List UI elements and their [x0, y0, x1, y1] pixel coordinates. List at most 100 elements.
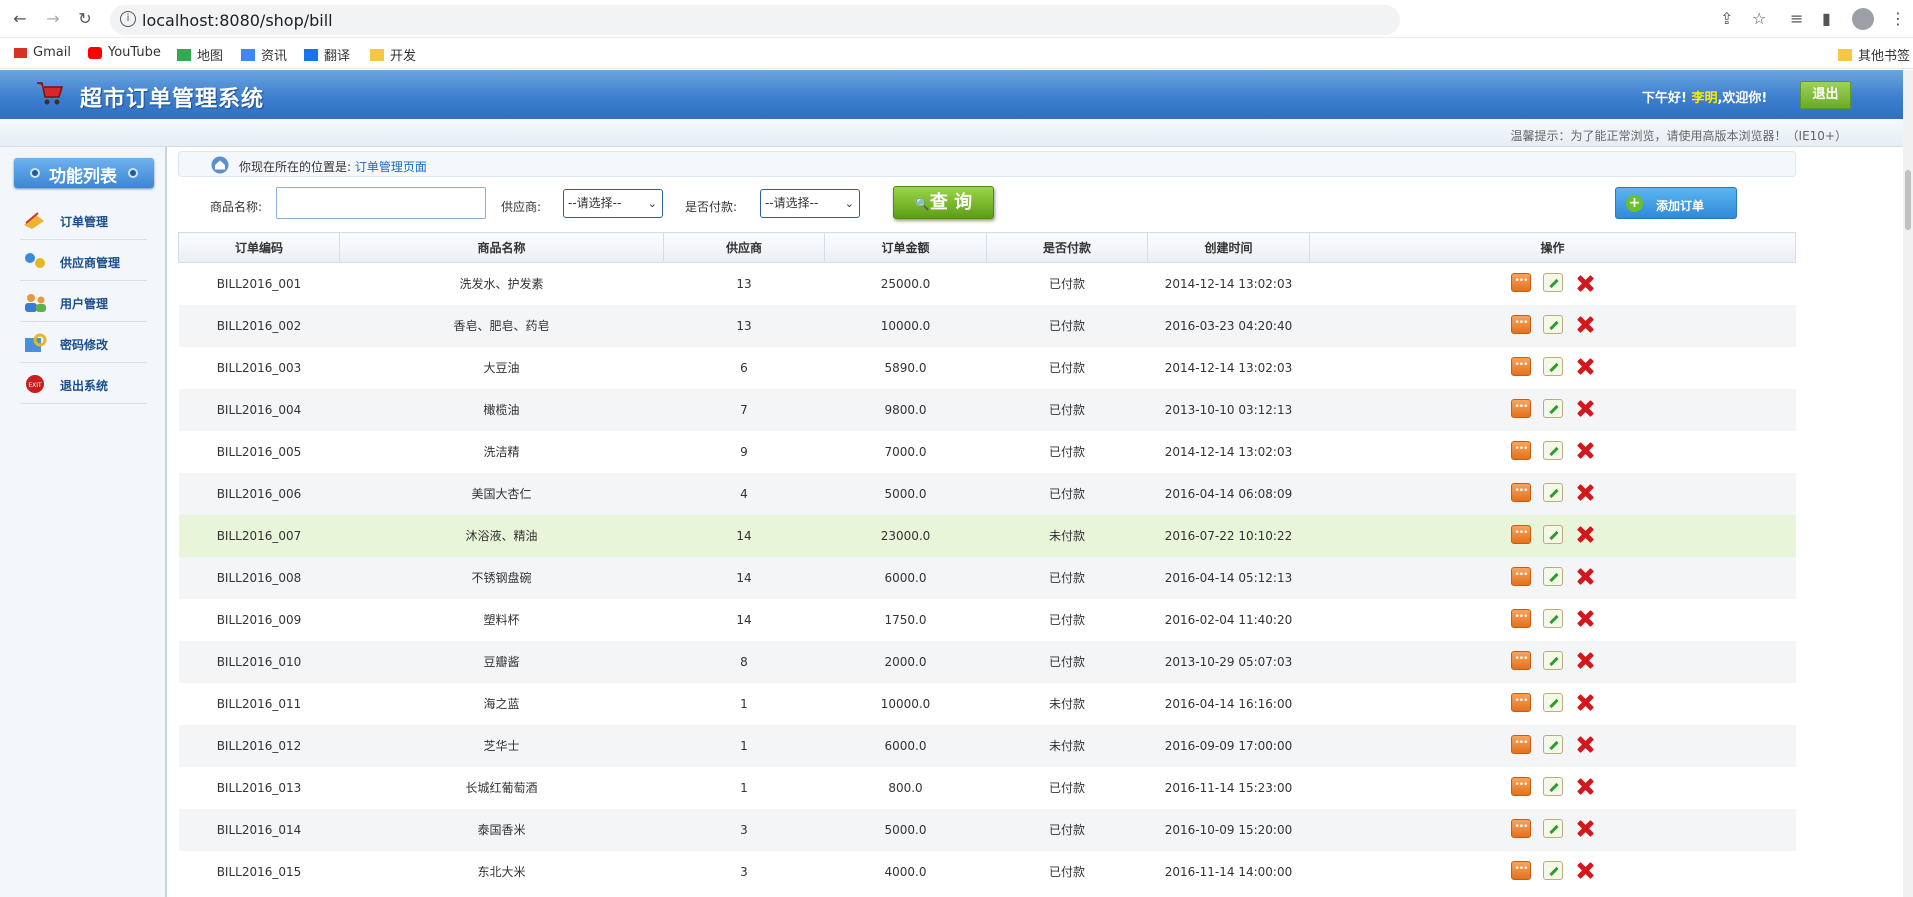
share-icon[interactable]: ⇪	[1720, 9, 1733, 28]
product-name-cell: 泰国香米	[339, 808, 664, 851]
scrollbar-thumb[interactable]	[1905, 170, 1911, 230]
shopping-cart-icon	[37, 82, 64, 105]
view-icon[interactable]	[1510, 482, 1531, 502]
payment-status-cell: 未付款	[986, 514, 1148, 557]
edit-icon[interactable]	[1542, 482, 1563, 502]
provider-select[interactable]: --请选择-- ⌄	[563, 189, 663, 218]
edit-icon[interactable]	[1542, 860, 1563, 880]
product-name-cell: 香皂、肥皂、药皂	[339, 304, 664, 347]
edit-icon[interactable]	[1542, 566, 1563, 586]
profile-avatar[interactable]	[1852, 8, 1874, 30]
bookmark-star-icon[interactable]: ☆	[1752, 9, 1766, 28]
edit-icon[interactable]	[1542, 273, 1563, 292]
delete-icon[interactable]	[1575, 776, 1595, 796]
provider-cell: 14	[663, 514, 825, 557]
sidebar-item-orders[interactable]: 订单管理	[20, 200, 147, 240]
edit-icon[interactable]	[1542, 692, 1563, 712]
view-icon[interactable]	[1510, 860, 1531, 880]
bullet-icon	[30, 168, 40, 178]
news-icon	[241, 48, 255, 61]
view-icon[interactable]	[1510, 314, 1531, 334]
view-icon[interactable]	[1510, 398, 1531, 418]
delete-icon[interactable]	[1575, 818, 1595, 838]
created-time-cell: 2016-11-14 15:23:00	[1147, 766, 1310, 809]
add-order-button[interactable]: + 添加订单	[1615, 187, 1737, 219]
app-title: 超市订单管理系统	[80, 87, 265, 112]
edit-icon[interactable]	[1542, 398, 1563, 418]
created-time-cell: 2016-04-14 16:16:00	[1147, 682, 1310, 725]
amount-cell: 2000.0	[824, 640, 987, 683]
reload-icon[interactable]: ↻	[75, 9, 95, 29]
bookmark-youtube[interactable]: YouTube	[88, 45, 161, 60]
order-code-cell: BILL2016_011	[178, 682, 340, 725]
sidebar-item-password[interactable]: 密码修改	[20, 323, 147, 363]
delete-icon[interactable]	[1575, 440, 1595, 460]
delete-icon[interactable]	[1575, 398, 1595, 418]
order-code-cell: BILL2016_005	[178, 430, 340, 473]
search-form: 商品名称: 供应商: --请选择-- ⌄ 是否付款: --请选择-- ⌄ 🔍查 询 …	[178, 185, 1796, 225]
edit-icon[interactable]	[1542, 608, 1563, 628]
logout-button[interactable]: 退出	[1800, 81, 1851, 109]
view-icon[interactable]	[1510, 356, 1531, 376]
view-icon[interactable]	[1510, 608, 1531, 628]
payment-select[interactable]: --请选择-- ⌄	[760, 189, 860, 218]
table-row: BILL2016_014 泰国香米 3 5000.0 已付款 2016-10-09 15:…	[178, 808, 1796, 851]
table-row: BILL2016_015 东北大米 3 4000.0 已付款 2016-11-14 14:…	[178, 850, 1796, 893]
bookmark-news[interactable]: 资讯	[241, 45, 287, 64]
address-bar[interactable]: i localhost:8080/shop/bill	[110, 5, 1400, 35]
view-icon[interactable]	[1510, 440, 1531, 460]
delete-icon[interactable]	[1575, 608, 1595, 628]
delete-icon[interactable]	[1575, 524, 1595, 544]
delete-icon[interactable]	[1575, 314, 1595, 334]
bookmark-gmail[interactable]: Gmail	[14, 45, 71, 60]
site-info-icon[interactable]: i	[120, 11, 136, 27]
edit-icon[interactable]	[1542, 524, 1563, 544]
edit-icon[interactable]	[1542, 356, 1563, 376]
created-time-cell: 2016-04-14 05:12:13	[1147, 556, 1310, 599]
edit-icon[interactable]	[1542, 818, 1563, 838]
edit-icon[interactable]	[1542, 650, 1563, 670]
delete-icon[interactable]	[1575, 356, 1595, 376]
side-panel-icon[interactable]: ▮	[1822, 9, 1831, 28]
view-icon[interactable]	[1510, 776, 1531, 796]
delete-icon[interactable]	[1575, 482, 1595, 502]
order-icon	[24, 212, 44, 229]
payment-status-cell: 已付款	[986, 766, 1148, 809]
actions-cell	[1309, 262, 1796, 305]
edit-icon[interactable]	[1542, 734, 1563, 754]
view-icon[interactable]	[1510, 566, 1531, 586]
query-button[interactable]: 🔍查 询	[893, 186, 994, 219]
sidebar-item-exit[interactable]: EXIT 退出系统	[20, 364, 147, 404]
view-icon[interactable]	[1510, 734, 1531, 754]
edit-icon[interactable]	[1542, 314, 1563, 334]
url-text[interactable]: localhost:8080/shop/bill	[142, 11, 333, 30]
delete-icon[interactable]	[1575, 692, 1595, 712]
sidebar-item-users[interactable]: 用户管理	[20, 282, 147, 322]
delete-icon[interactable]	[1575, 860, 1595, 880]
bookmark-maps[interactable]: 地图	[177, 45, 223, 64]
view-icon[interactable]	[1510, 273, 1531, 292]
delete-icon[interactable]	[1575, 650, 1595, 670]
back-icon[interactable]: ←	[10, 9, 30, 29]
delete-icon[interactable]	[1575, 734, 1595, 754]
edit-icon[interactable]	[1542, 776, 1563, 796]
breadcrumb-current[interactable]: 订单管理页面	[355, 160, 427, 174]
bookmark-dev-folder[interactable]: 开发	[370, 45, 416, 64]
svg-text:EXIT: EXIT	[28, 382, 42, 389]
order-code-cell: BILL2016_003	[178, 346, 340, 389]
view-icon[interactable]	[1510, 650, 1531, 670]
delete-icon[interactable]	[1575, 566, 1595, 586]
delete-icon[interactable]	[1575, 273, 1595, 293]
view-icon[interactable]	[1510, 818, 1531, 838]
other-bookmarks[interactable]: 其他书签	[1838, 45, 1910, 64]
table-row: BILL2016_011 海之蓝 1 10000.0 未付款 2016-04-14 16:…	[178, 682, 1796, 725]
view-icon[interactable]	[1510, 692, 1531, 712]
sidebar-item-suppliers[interactable]: 供应商管理	[20, 241, 147, 281]
media-icon[interactable]: ≡	[1790, 9, 1803, 28]
product-name-input[interactable]	[276, 187, 486, 219]
forward-icon[interactable]: →	[43, 9, 63, 29]
menu-icon[interactable]: ⋮	[1890, 9, 1906, 28]
edit-icon[interactable]	[1542, 440, 1563, 460]
bookmark-translate[interactable]: 翻译	[304, 45, 350, 64]
view-icon[interactable]	[1510, 524, 1531, 544]
